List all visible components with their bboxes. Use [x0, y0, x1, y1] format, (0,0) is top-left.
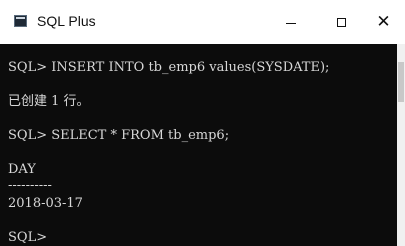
vertical-scrollbar[interactable] — [397, 44, 405, 246]
console-line-select-command: SQL> SELECT * FROM tb_emp6; — [8, 128, 230, 143]
minimize-button[interactable] — [268, 8, 314, 36]
console-line-insert-result: 已创建 1 行。 — [8, 94, 90, 109]
window-title: SQL Plus — [37, 13, 96, 29]
console-line-insert-command: SQL> INSERT INTO tb_emp6 values(SYSDATE)… — [8, 60, 330, 75]
scrollbar-thumb[interactable] — [398, 62, 404, 102]
maximize-button[interactable] — [318, 8, 364, 36]
close-button[interactable]: ✕ — [362, 8, 405, 36]
title-bar[interactable]: SQL Plus ✕ — [0, 0, 405, 44]
console-line-result-value: 2018-03-17 — [8, 196, 83, 211]
sqlplus-window: SQL Plus ✕ SQL> INSERT INTO tb_emp6 valu… — [0, 0, 405, 246]
console-line-column-header: DAY — [8, 162, 36, 177]
console-line-prompt[interactable]: SQL> — [8, 230, 47, 246]
minimize-icon — [286, 22, 296, 24]
close-icon: ✕ — [376, 11, 391, 32]
maximize-icon — [336, 17, 346, 27]
console-output[interactable]: SQL> INSERT INTO tb_emp6 values(SYSDATE)… — [0, 44, 397, 246]
console-line-header-separator: ---------- — [8, 178, 52, 193]
terminal-icon — [14, 15, 27, 27]
